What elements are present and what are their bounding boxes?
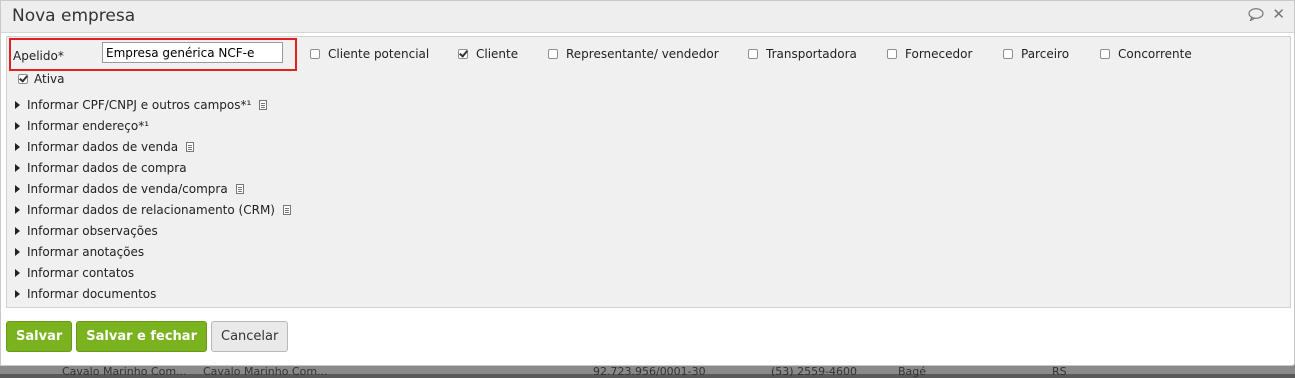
section-dados-venda-compra[interactable]: Informar dados de venda/compra bbox=[15, 178, 291, 199]
checkbox-label: Ativa bbox=[34, 72, 65, 86]
section-label[interactable]: Informar dados de relacionamento (CRM) bbox=[27, 203, 275, 217]
section-dados-venda[interactable]: Informar dados de venda bbox=[15, 136, 291, 157]
save-button[interactable]: Salvar bbox=[6, 321, 73, 352]
speech-bubble-icon[interactable] bbox=[1248, 8, 1265, 21]
form-panel: Apelido* Cliente potencial Cliente Repre… bbox=[6, 36, 1291, 308]
document-icon bbox=[282, 204, 291, 215]
section-label[interactable]: Informar anotações bbox=[27, 245, 144, 259]
save-and-close-button[interactable]: Salvar e fechar bbox=[76, 321, 207, 352]
triangle-right-icon[interactable] bbox=[15, 121, 20, 130]
bg-cell: Cavalo Marinho Com... bbox=[203, 365, 328, 378]
cancel-button[interactable]: Cancelar bbox=[211, 321, 289, 352]
triangle-right-icon[interactable] bbox=[15, 142, 20, 151]
checkbox-label: Representante/ vendedor bbox=[566, 47, 719, 61]
apelido-label: Apelido* bbox=[13, 49, 64, 63]
close-icon[interactable]: ✕ bbox=[1272, 7, 1285, 22]
section-label[interactable]: Informar documentos bbox=[27, 287, 156, 301]
document-icon bbox=[186, 141, 195, 152]
checkbox-label: Cliente potencial bbox=[328, 47, 430, 61]
document-icon bbox=[235, 183, 244, 194]
section-label[interactable]: Informar dados de venda/compra bbox=[27, 182, 228, 196]
bg-cell: Cavalo Marinho Com... bbox=[62, 365, 187, 378]
section-observacoes[interactable]: Informar observações bbox=[15, 220, 291, 241]
bg-cell: Bagé bbox=[898, 365, 927, 378]
checkbox-box[interactable] bbox=[1100, 49, 1110, 59]
triangle-right-icon[interactable] bbox=[15, 289, 20, 298]
checkbox-box[interactable] bbox=[18, 74, 28, 84]
checkbox-box[interactable] bbox=[458, 49, 468, 59]
dialog-title: Nova empresa bbox=[12, 6, 136, 26]
checkbox-label: Cliente bbox=[476, 47, 519, 61]
section-contatos[interactable]: Informar contatos bbox=[15, 262, 291, 283]
triangle-right-icon[interactable] bbox=[15, 247, 20, 256]
checkbox-label: Fornecedor bbox=[905, 47, 973, 61]
triangle-right-icon[interactable] bbox=[15, 226, 20, 235]
checkbox-concorrente[interactable]: Concorrente bbox=[1100, 47, 1192, 61]
bg-cell: (53) 2559-4600 bbox=[771, 365, 858, 378]
triangle-right-icon[interactable] bbox=[15, 163, 20, 172]
checkbox-box[interactable] bbox=[1003, 49, 1013, 59]
section-label[interactable]: Informar CPF/CNPJ e outros campos*¹ bbox=[27, 98, 251, 112]
checkbox-transportadora[interactable]: Transportadora bbox=[748, 47, 857, 61]
triangle-right-icon[interactable] bbox=[15, 268, 20, 277]
checkbox-box[interactable] bbox=[887, 49, 897, 59]
section-label[interactable]: Informar dados de venda bbox=[27, 140, 178, 154]
checkbox-cliente-potencial[interactable]: Cliente potencial bbox=[310, 47, 429, 61]
section-label[interactable]: Informar observações bbox=[27, 224, 158, 238]
triangle-right-icon[interactable] bbox=[15, 205, 20, 214]
checkbox-box[interactable] bbox=[748, 49, 758, 59]
section-cpf-cnpj[interactable]: Informar CPF/CNPJ e outros campos*¹ bbox=[15, 94, 291, 115]
section-label[interactable]: Informar contatos bbox=[27, 266, 134, 280]
bg-cell: 92.723.956/0001-30 bbox=[593, 365, 706, 378]
section-endereco[interactable]: Informar endereço*¹ bbox=[15, 115, 291, 136]
dialog-titlebar: Nova empresa ✕ bbox=[1, 1, 1294, 33]
document-icon bbox=[259, 99, 268, 110]
checkbox-label: Parceiro bbox=[1021, 47, 1070, 61]
section-dados-compra[interactable]: Informar dados de compra bbox=[15, 157, 291, 178]
button-bar: Salvar Salvar e fechar Cancelar bbox=[6, 321, 289, 352]
apelido-input[interactable] bbox=[102, 42, 283, 63]
section-anotacoes[interactable]: Informar anotações bbox=[15, 241, 291, 262]
checkbox-ativa[interactable]: Ativa bbox=[18, 72, 65, 86]
checkbox-representante[interactable]: Representante/ vendedor bbox=[548, 47, 719, 61]
checkbox-label: Concorrente bbox=[1118, 47, 1192, 61]
triangle-right-icon[interactable] bbox=[15, 184, 20, 193]
section-relacionamento-crm[interactable]: Informar dados de relacionamento (CRM) bbox=[15, 199, 291, 220]
section-label[interactable]: Informar dados de compra bbox=[27, 161, 187, 175]
checkbox-cliente[interactable]: Cliente bbox=[458, 47, 518, 61]
triangle-right-icon[interactable] bbox=[15, 100, 20, 109]
checkbox-parceiro[interactable]: Parceiro bbox=[1003, 47, 1069, 61]
checkbox-box[interactable] bbox=[548, 49, 558, 59]
bg-cell: RS bbox=[1052, 365, 1067, 378]
checkbox-fornecedor[interactable]: Fornecedor bbox=[887, 47, 972, 61]
checkbox-box[interactable] bbox=[310, 49, 320, 59]
nova-empresa-dialog: Nova empresa ✕ Apelido* Cliente potencia… bbox=[0, 0, 1295, 366]
section-documentos[interactable]: Informar documentos bbox=[15, 283, 291, 304]
section-label[interactable]: Informar endereço*¹ bbox=[27, 119, 149, 133]
section-list: Informar CPF/CNPJ e outros campos*¹ Info… bbox=[15, 94, 291, 304]
checkbox-label: Transportadora bbox=[766, 47, 857, 61]
